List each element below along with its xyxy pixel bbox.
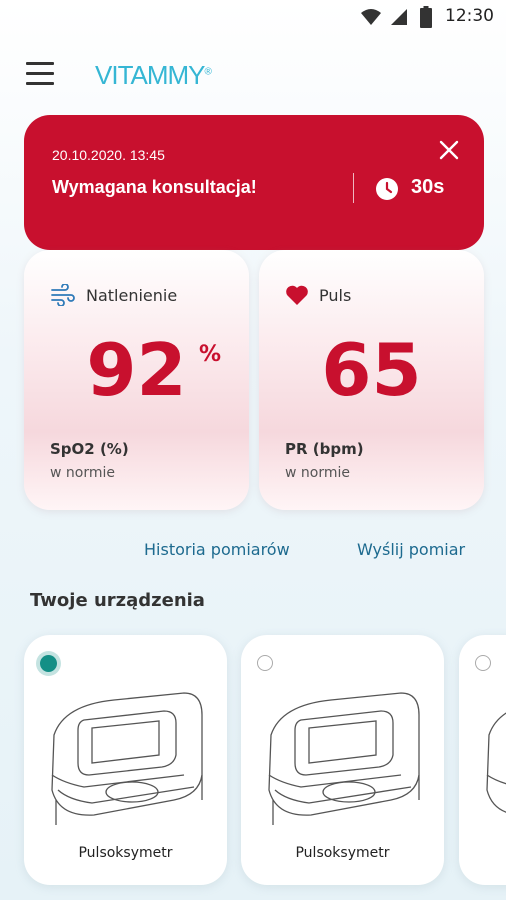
send-measurement-link[interactable]: Wyślij pomiar xyxy=(357,540,465,559)
hamburger-menu-icon[interactable] xyxy=(26,62,54,88)
oxygen-status: w normie xyxy=(50,465,115,481)
oxygen-label: SpO2 (%) xyxy=(50,440,129,458)
pulse-oximeter-illustration xyxy=(268,692,420,825)
oxygen-value: 92 xyxy=(86,328,187,412)
devices-section-title: Twoje urządzenia xyxy=(30,590,205,611)
pulse-oximeter-illustration xyxy=(51,692,203,825)
app-logo: VITAMMY® xyxy=(95,60,212,91)
pulse-card-header: Puls xyxy=(285,284,351,306)
oxygen-unit: % xyxy=(199,342,222,367)
pulse-status: w normie xyxy=(285,465,350,481)
device-select-radio[interactable] xyxy=(40,655,57,672)
device-select-radio[interactable] xyxy=(475,655,491,671)
wifi-icon xyxy=(361,9,381,25)
heart-icon xyxy=(286,285,308,305)
wind-icon xyxy=(51,284,75,306)
pulse-label: PR (bpm) xyxy=(285,440,364,458)
app-screen: 12:30 VITAMMY® 20.10.2020. 13:45 Wymagan… xyxy=(0,0,506,900)
cellular-signal-icon xyxy=(391,9,407,25)
logo-text: VITAMMY xyxy=(95,60,206,90)
device-card[interactable]: Pulsoksymetr xyxy=(241,635,444,885)
status-bar: 12:30 xyxy=(0,0,506,36)
pulse-oximeter-illustration xyxy=(486,712,506,813)
pulse-value: 65 xyxy=(321,328,422,412)
clock-icon xyxy=(376,178,398,200)
alert-message: Wymagana konsultacja! xyxy=(52,177,257,197)
logo-registered-mark: ® xyxy=(204,66,212,78)
device-card[interactable] xyxy=(459,635,506,885)
consultation-alert[interactable]: 20.10.2020. 13:45 Wymagana konsultacja! … xyxy=(24,115,484,250)
history-link[interactable]: Historia pomiarów xyxy=(144,540,290,559)
device-name: Pulsoksymetr xyxy=(295,845,390,861)
alert-timer: 30s xyxy=(411,176,445,198)
oxygen-card[interactable]: Natlenienie 92 % SpO2 (%) w normie xyxy=(24,250,249,510)
device-select-radio[interactable] xyxy=(257,655,273,671)
device-card[interactable]: Pulsoksymetr xyxy=(24,635,227,885)
alert-divider xyxy=(353,173,354,203)
status-time: 12:30 xyxy=(445,6,494,26)
close-icon[interactable] xyxy=(438,139,460,161)
oxygen-card-header: Natlenienie xyxy=(50,284,177,306)
battery-icon xyxy=(420,6,432,28)
oxygen-title: Natlenienie xyxy=(86,285,178,305)
pulse-title: Puls xyxy=(319,285,352,305)
device-name: Pulsoksymetr xyxy=(78,845,173,861)
pulse-card[interactable]: Puls 65 PR (bpm) w normie xyxy=(259,250,484,510)
alert-date: 20.10.2020. 13:45 xyxy=(52,147,165,163)
